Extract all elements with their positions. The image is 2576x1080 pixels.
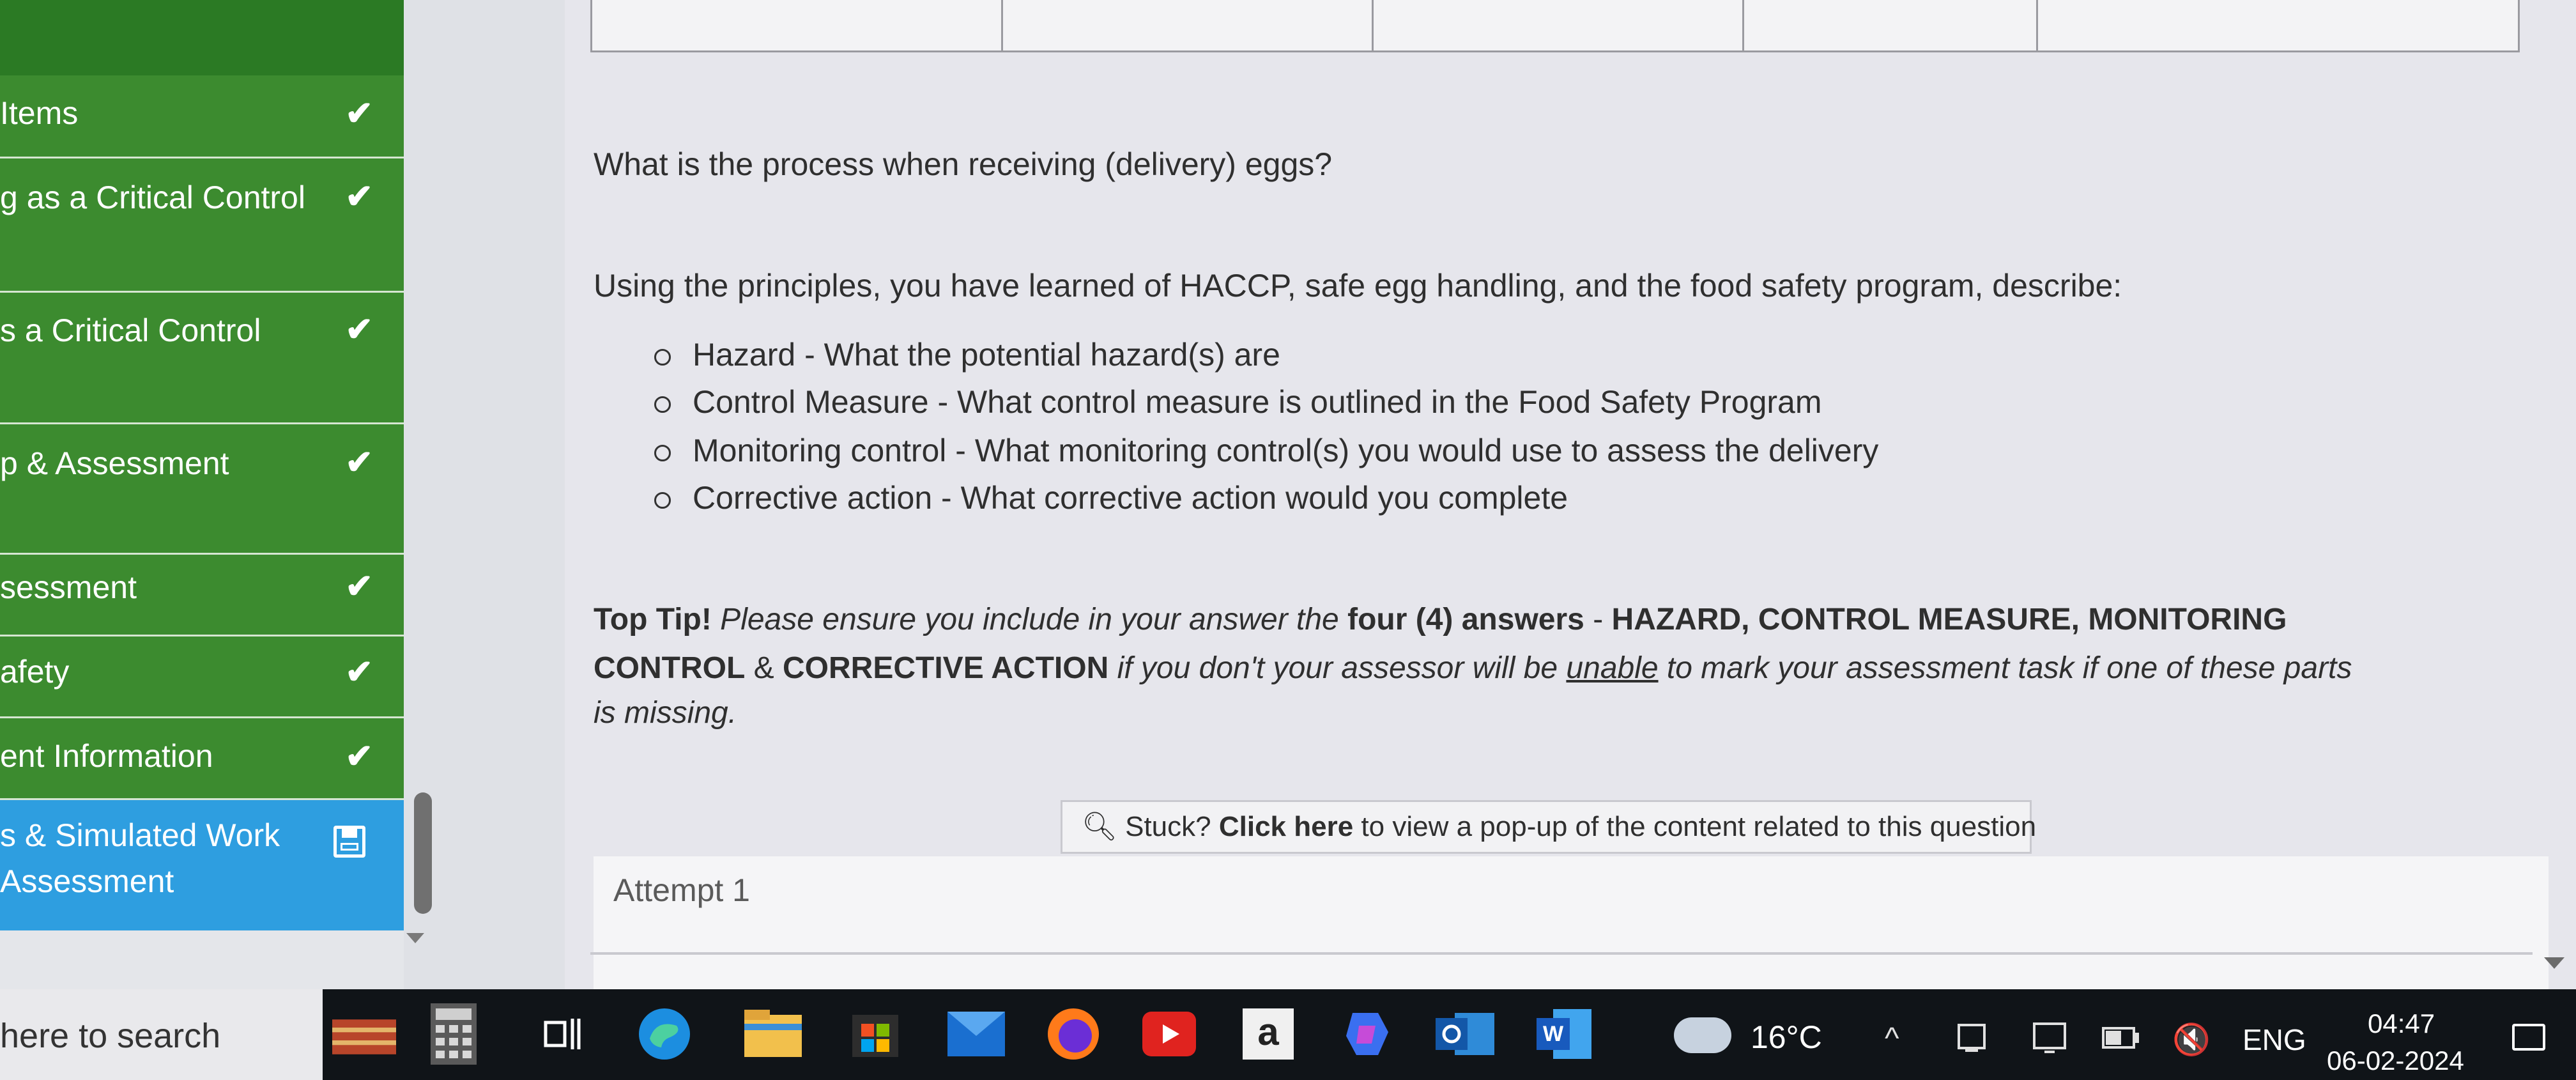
sidebar-item-assessment-2[interactable]: sessment ✔: [0, 555, 404, 636]
question-panel: What is the process when receiving (deli…: [565, 0, 2576, 989]
attempt-divider: [590, 952, 2533, 955]
sidebar-item-label-line2: Assessment: [0, 863, 174, 899]
store-icon[interactable]: [843, 1002, 907, 1066]
list-item: Corrective action - What corrective acti…: [654, 479, 1568, 516]
sidebar-item-label: Items: [0, 95, 79, 131]
checkmark-icon: ✔: [345, 568, 373, 605]
top-tip-line1: Top Tip! Please ensure you include in yo…: [594, 603, 2287, 636]
sidebar-item-simulated-work-assessment[interactable]: s & Simulated Work Assessment: [0, 800, 404, 930]
sidebar-top-item[interactable]: [0, 0, 404, 77]
copilot-icon[interactable]: [1335, 1002, 1399, 1066]
sidebar-item-ccp-2[interactable]: s a Critical Control ✔: [0, 293, 404, 424]
temperature: 16°C: [1751, 1019, 1822, 1055]
volume-muted-icon[interactable]: 🔇: [2172, 1021, 2211, 1058]
file-explorer-icon[interactable]: [741, 1002, 805, 1066]
checkmark-icon: ✔: [345, 311, 373, 348]
attempt-panel: [594, 856, 2549, 989]
windows-taskbar: here to search a W 16°C ^ 🔇 ENG 04:47 06…: [0, 989, 2576, 1080]
sidebar-item-ccp-1[interactable]: g as a Critical Control ✔: [0, 158, 404, 293]
list-item: Monitoring control - What monitoring con…: [654, 432, 1878, 469]
clock-date[interactable]: 06-02-2024: [2327, 1045, 2464, 1076]
checkmark-icon: ✔: [345, 738, 373, 775]
checkmark-icon: ✔: [345, 95, 373, 132]
table-bottom-edge: [590, 0, 2520, 52]
search-icon: 🔍︎: [1082, 811, 1117, 842]
sidebar-footer: [0, 930, 404, 989]
sidebar-item-label: afety: [0, 654, 70, 690]
taskbar-search-box[interactable]: here to search: [0, 989, 323, 1080]
clock-time[interactable]: 04:47: [2368, 1008, 2435, 1039]
click-here-link[interactable]: Click here: [1219, 811, 1353, 842]
sidebar-item-label: sessment: [0, 569, 137, 605]
bullet-icon: [654, 491, 671, 509]
sidebar-item-items[interactable]: Items ✔: [0, 75, 404, 158]
youtube-icon[interactable]: [1137, 1002, 1201, 1066]
battery-icon[interactable]: [2102, 1021, 2139, 1056]
network-icon[interactable]: [2032, 1021, 2067, 1062]
checkmark-icon: ✔: [345, 178, 373, 215]
sidebar-item-label: s a Critical Control: [0, 312, 261, 348]
sidebar-item-label: p & Assessment: [0, 445, 229, 481]
attempt-tab[interactable]: Attempt 1: [613, 872, 750, 909]
word-icon[interactable]: W: [1533, 1002, 1597, 1066]
sidebar-item-assessment-1[interactable]: p & Assessment ✔: [0, 424, 404, 555]
edge-icon[interactable]: [632, 1002, 696, 1066]
firefox-icon[interactable]: [1041, 1002, 1105, 1066]
amazon-icon[interactable]: a: [1236, 1002, 1300, 1066]
cloudy-icon: [1674, 1007, 1731, 1053]
save-icon: [334, 826, 365, 858]
top-tip-lead: Top Tip!: [594, 603, 712, 636]
weather-widget[interactable]: 16°C: [1674, 1005, 1822, 1062]
sidebar-item-label: s & Simulated Work: [0, 817, 280, 853]
sidebar-item-information[interactable]: ent Information ✔: [0, 718, 404, 800]
stuck-help-link[interactable]: 🔍︎ Stuck? Click here to view a pop-up of…: [1061, 800, 2036, 854]
scroll-down-arrow-icon[interactable]: [406, 933, 424, 943]
scroll-down-arrow-icon[interactable]: [2544, 957, 2564, 969]
display-icon[interactable]: [1955, 1021, 1988, 1062]
outlook-icon[interactable]: [1434, 1002, 1498, 1066]
sidebar-item-label: g as a Critical Control: [0, 180, 305, 215]
search-input[interactable]: here to search: [0, 1016, 220, 1056]
language-indicator[interactable]: ENG: [2242, 1022, 2306, 1057]
sidebar-item-label: ent Information: [0, 738, 213, 774]
bullet-icon: [654, 444, 671, 461]
chevron-up-icon[interactable]: ^: [1885, 1021, 1899, 1056]
svg-text:W: W: [1543, 1022, 1564, 1046]
assessment-sidebar: Items ✔ g as a Critical Control ✔ s a Cr…: [0, 0, 404, 930]
books-icon[interactable]: [332, 1002, 396, 1066]
task-view-icon[interactable]: [530, 1002, 594, 1066]
sidebar-scrollbar[interactable]: [414, 792, 432, 914]
top-tip-line3: is missing.: [594, 696, 737, 730]
checkmark-icon: ✔: [345, 654, 373, 691]
mail-icon[interactable]: [944, 1002, 1008, 1066]
calculator-icon[interactable]: [422, 1002, 486, 1066]
question-title: What is the process when receiving (deli…: [594, 146, 1333, 182]
top-tip-line2: CONTROL & CORRECTIVE ACTION if you don't…: [594, 651, 2352, 685]
bullet-icon: [654, 348, 671, 366]
list-item: Hazard - What the potential hazard(s) ar…: [654, 336, 1280, 373]
bullet-icon: [654, 396, 671, 413]
checkmark-icon: ✔: [345, 444, 373, 481]
question-intro: Using the principles, you have learned o…: [594, 268, 2122, 304]
notification-icon[interactable]: [2512, 1024, 2545, 1051]
sidebar-item-safety[interactable]: afety ✔: [0, 636, 404, 718]
list-item: Control Measure - What control measure i…: [654, 383, 1821, 420]
